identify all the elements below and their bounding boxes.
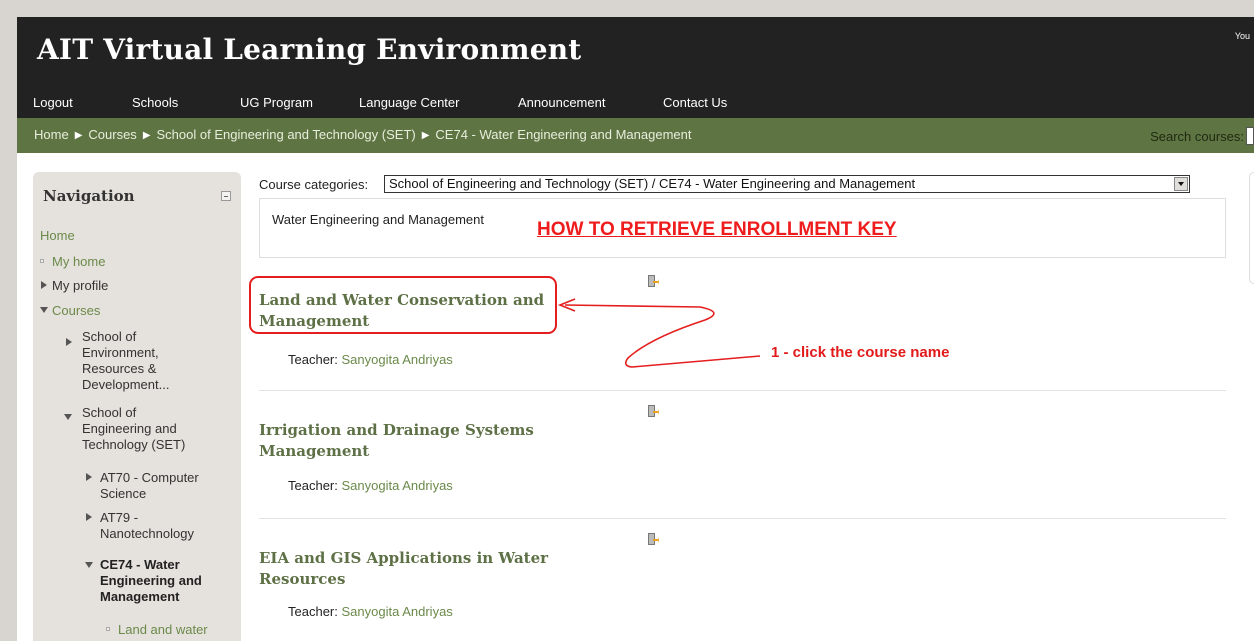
nav-my-profile[interactable]: My profile [52, 278, 108, 294]
annotation-highlight-box [249, 276, 557, 334]
navbar: Home ▶ Courses ▶ School of Engineering and T… [17, 118, 1254, 153]
teacher-label: Teacher: [288, 478, 338, 493]
teacher-name-link[interactable]: Sanyogita Andriyas [342, 478, 453, 493]
window-left-border [0, 0, 17, 641]
breadcrumb-home[interactable]: Home [34, 127, 69, 142]
enrolment-key-icon [648, 405, 659, 417]
right-block-edge [1249, 172, 1254, 284]
breadcrumb: Home ▶ Courses ▶ School of Engineering and T… [34, 127, 691, 142]
nav-at70-line2[interactable]: Science [100, 486, 146, 502]
teacher-label: Teacher: [288, 604, 338, 619]
nav-ce74-line1[interactable]: CE74 - Water [100, 557, 180, 573]
course-categories-label: Course categories: [259, 177, 369, 192]
teacher-label: Teacher: [288, 352, 338, 367]
course-teacher: Teacher: Sanyogita Andriyas [288, 478, 453, 493]
course-teacher: Teacher: Sanyogita Andriyas [288, 604, 453, 619]
course-name-link[interactable]: EIA and GIS Applications in Water Resour… [259, 548, 559, 590]
category-description-box: Water Engineering and Management HOW TO … [259, 198, 1226, 258]
nav-at70-line1[interactable]: AT70 - Computer [100, 470, 199, 486]
menu-ug-program[interactable]: UG Program [240, 95, 313, 110]
menu-language-center[interactable]: Language Center [359, 95, 459, 110]
nav-school-set-line3[interactable]: Technology (SET) [82, 437, 185, 453]
site-header: AIT Virtual Learning Environment You Log… [17, 17, 1254, 118]
breadcrumb-ce74[interactable]: CE74 - Water Engineering and Management [435, 127, 691, 142]
site-title[interactable]: AIT Virtual Learning Environment [37, 33, 581, 66]
expand-arrow-icon[interactable] [41, 281, 47, 289]
menu-announcement[interactable]: Announcement [518, 95, 605, 110]
nav-school-set-line2[interactable]: Engineering and [82, 421, 177, 437]
nav-at79-line2[interactable]: Nanotechnology [100, 526, 194, 542]
nav-ce74-line3[interactable]: Management [100, 589, 179, 605]
menu-logout[interactable]: Logout [33, 95, 73, 110]
nav-courses[interactable]: Courses [52, 303, 100, 319]
collapse-arrow-icon[interactable] [40, 307, 48, 313]
window-top-border [0, 0, 1254, 17]
menu-contact-us[interactable]: Contact Us [663, 95, 727, 110]
search-courses-label: Search courses: [1150, 129, 1244, 144]
nav-at79-line1[interactable]: AT79 - [100, 510, 138, 526]
nav-school-serd-line1[interactable]: School of [82, 329, 136, 345]
teacher-name-link[interactable]: Sanyogita Andriyas [342, 604, 453, 619]
annotation-heading: HOW TO RETRIEVE ENROLLMENT KEY [537, 219, 897, 240]
bullet-icon [40, 259, 44, 263]
divider [259, 390, 1226, 391]
category-description: Water Engineering and Management [272, 212, 484, 227]
enrolment-key-icon [648, 533, 659, 545]
annotation-step-1: 1 - click the course name [771, 344, 950, 361]
bullet-icon [106, 627, 110, 631]
course-categories-select[interactable]: School of Engineering and Technology (SE… [384, 175, 1190, 193]
dropdown-arrow-icon[interactable] [1174, 177, 1188, 191]
nav-school-serd-line2[interactable]: Environment, [82, 345, 159, 361]
breadcrumb-separator-icon: ▶ [421, 130, 430, 141]
user-login-info: You [1234, 31, 1250, 41]
divider [259, 518, 1226, 519]
breadcrumb-courses[interactable]: Courses [88, 127, 136, 142]
nav-school-serd-line3[interactable]: Resources & [82, 361, 156, 377]
enrolment-key-icon [648, 275, 659, 287]
expand-arrow-icon[interactable] [86, 513, 92, 521]
collapse-arrow-icon[interactable] [85, 562, 93, 568]
collapse-icon[interactable] [221, 191, 231, 201]
menu-schools[interactable]: Schools [132, 95, 178, 110]
nav-ce74-line2[interactable]: Engineering and [100, 573, 202, 589]
course-teacher: Teacher: Sanyogita Andriyas [288, 352, 453, 367]
course-name-link[interactable]: Irrigation and Drainage Systems Manageme… [259, 420, 559, 462]
collapse-arrow-icon[interactable] [64, 414, 72, 420]
category-select-value: School of Engineering and Technology (SE… [389, 176, 916, 191]
search-courses-input[interactable] [1246, 127, 1254, 145]
breadcrumb-set[interactable]: School of Engineering and Technology (SE… [157, 127, 416, 142]
expand-arrow-icon[interactable] [86, 473, 92, 481]
nav-school-set-line1[interactable]: School of [82, 405, 136, 421]
teacher-name-link[interactable]: Sanyogita Andriyas [342, 352, 453, 367]
breadcrumb-separator-icon: ▶ [74, 130, 83, 141]
expand-arrow-icon[interactable] [66, 338, 72, 346]
nav-home[interactable]: Home [40, 228, 75, 244]
nav-school-serd-line4[interactable]: Development... [82, 377, 169, 393]
breadcrumb-separator-icon: ▶ [142, 130, 151, 141]
nav-my-home[interactable]: My home [52, 254, 105, 270]
navigation-title: Navigation [43, 187, 135, 205]
nav-land-and-water[interactable]: Land and water [118, 622, 208, 638]
